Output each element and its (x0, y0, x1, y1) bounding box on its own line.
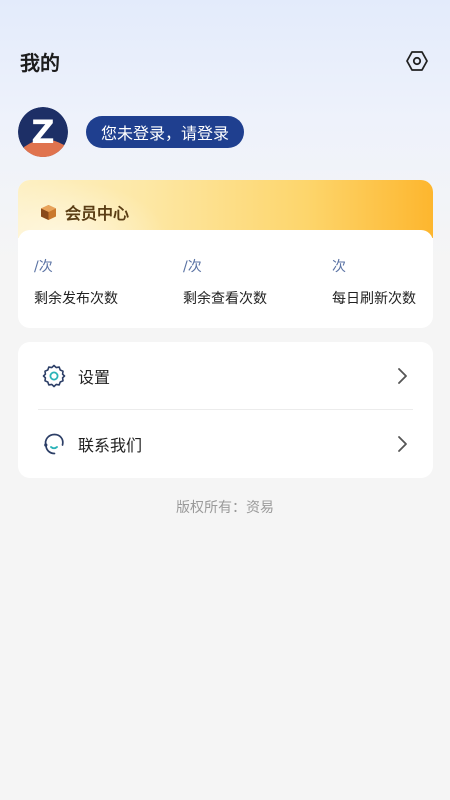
stat-publish-remaining: /次 剩余发布次数 (34, 256, 183, 328)
member-center-title: 会员中心 (65, 204, 130, 223)
hexagon-gear-icon (406, 51, 428, 71)
stat-view-remaining: /次 剩余查看次数 (183, 256, 332, 328)
avatar-logo: Z (18, 107, 68, 157)
chevron-right-icon (393, 435, 411, 453)
stat-value: 次 (332, 259, 346, 275)
stat-label: 剩余发布次数 (34, 291, 118, 307)
header: 我的 (0, 40, 450, 82)
chevron-right-icon (393, 367, 411, 385)
stat-value: /次 (183, 259, 202, 275)
stat-daily-refresh: 次 每日刷新次数 (332, 256, 432, 328)
settings-gear-icon (40, 362, 68, 390)
settings-button[interactable] (404, 48, 430, 74)
page-title: 我的 (20, 50, 60, 75)
avatar-letter: Z (31, 113, 54, 151)
stat-label: 每日刷新次数 (332, 291, 416, 307)
menu-item-label: 联系我们 (78, 436, 143, 455)
member-stats: /次 剩余发布次数 /次 剩余查看次数 次 每日刷新次数 (18, 230, 433, 328)
avatar[interactable]: Z (18, 107, 68, 157)
menu-card: 设置 联系我们 (18, 342, 433, 478)
stat-value: /次 (34, 259, 53, 275)
login-button[interactable]: 您未登录，请登录 (86, 116, 245, 148)
menu-item-contact-us[interactable]: 联系我们 (18, 410, 433, 478)
headset-icon (40, 430, 68, 458)
stat-label: 剩余查看次数 (183, 291, 267, 307)
profile-page: 我的 Z 您未登录，请登录 会员中心 /次 剩余发布次数 /次 剩余查看次数 次… (0, 0, 450, 800)
menu-item-label: 设置 (78, 368, 111, 387)
member-center-card[interactable]: 会员中心 /次 剩余发布次数 /次 剩余查看次数 次 每日刷新次数 (18, 180, 433, 328)
box-icon (40, 204, 57, 221)
copyright-text: 版权所有：资易 (176, 500, 274, 516)
menu-item-settings[interactable]: 设置 (18, 342, 433, 410)
profile-section: Z 您未登录，请登录 (18, 106, 245, 158)
